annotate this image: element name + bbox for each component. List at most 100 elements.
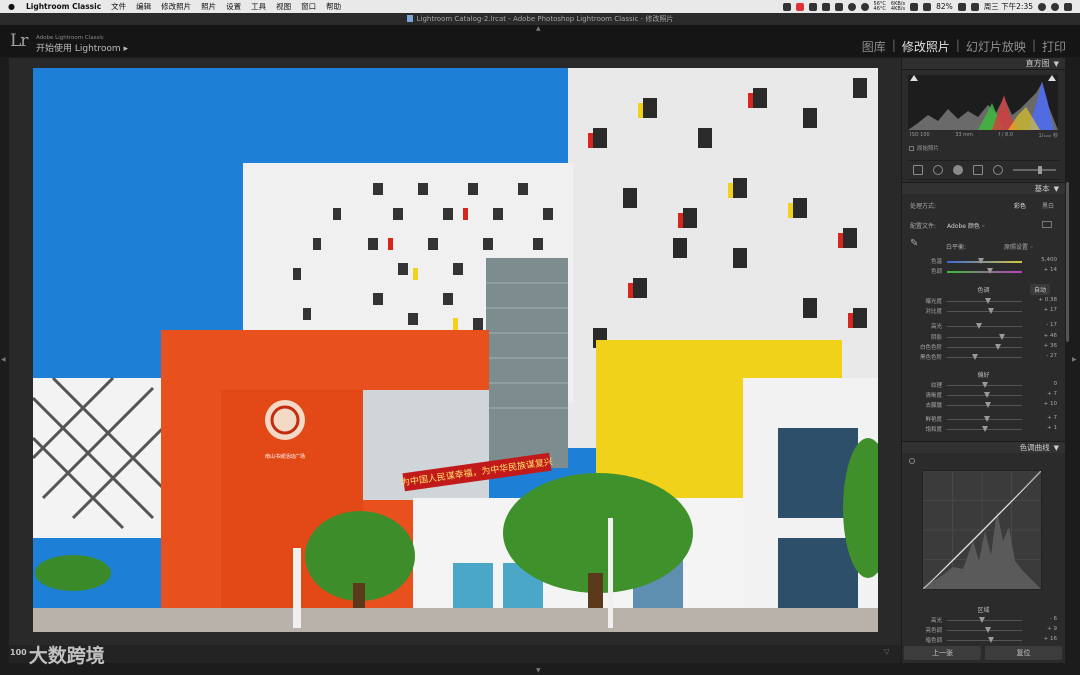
tone-curve-header[interactable]: 色调曲线 ▼ — [902, 441, 1065, 453]
slider-track[interactable] — [947, 402, 1022, 408]
slider-track[interactable] — [947, 392, 1022, 398]
menubar-clock[interactable]: 周三 下午2:35 — [984, 1, 1033, 12]
brush-slider[interactable] — [1013, 166, 1056, 174]
profile-browser-icon[interactable] — [1042, 221, 1052, 228]
auto-tone-button[interactable]: 自动 — [1030, 284, 1051, 295]
slider-thumb[interactable] — [987, 308, 994, 314]
status-icon-4[interactable] — [834, 2, 843, 11]
graduated-filter-icon[interactable] — [973, 165, 983, 175]
menu-photo[interactable]: 照片 — [201, 1, 216, 12]
get-started-link[interactable]: 开始使用 Lightroom ▸ — [36, 41, 128, 54]
slider-thumb[interactable] — [986, 268, 993, 274]
input-source-icon[interactable] — [970, 2, 979, 11]
module-library[interactable]: 图库 — [856, 38, 892, 55]
slider-track[interactable] — [947, 617, 1022, 623]
slider-thumb[interactable] — [971, 354, 978, 360]
wifi-icon[interactable] — [910, 2, 919, 11]
slider-thumb[interactable] — [975, 323, 982, 329]
develop-photo[interactable]: 南山书城活动广场 为中国人民谋幸福，为中华民族谋复兴 — [33, 68, 878, 632]
slider-track[interactable] — [947, 344, 1022, 350]
slider-thumb[interactable] — [985, 402, 992, 408]
checkbox-icon[interactable] — [909, 146, 914, 151]
slider-track[interactable] — [947, 426, 1022, 432]
slider-track[interactable] — [947, 298, 1022, 304]
status-icon-1[interactable] — [782, 2, 791, 11]
slider-value[interactable]: + 10 — [1044, 401, 1057, 407]
slider-value[interactable]: 5,400 — [1041, 257, 1057, 263]
slider-track[interactable] — [947, 382, 1022, 388]
slider-value[interactable]: - 17 — [1046, 322, 1057, 328]
bottom-panel-toggle-icon[interactable]: ▼ — [536, 667, 541, 674]
slider-track[interactable] — [947, 637, 1022, 643]
status-icon-2[interactable] — [808, 2, 817, 11]
slider-track[interactable] — [947, 416, 1022, 422]
slider-value[interactable]: + 17 — [1044, 307, 1057, 313]
module-print[interactable]: 打印 — [1036, 38, 1072, 55]
menu-develop[interactable]: 修改照片 — [161, 1, 191, 12]
siri-icon[interactable] — [1051, 2, 1059, 11]
profile-dropdown[interactable]: Adobe 颜色 ◦ — [947, 221, 985, 230]
slider-thumb[interactable] — [981, 382, 988, 388]
treatment-color-option[interactable]: 彩色 — [1014, 201, 1026, 210]
curve-target-adjust-icon[interactable] — [909, 458, 915, 464]
slider-value[interactable]: + 36 — [1044, 343, 1057, 349]
tone-curve-graph[interactable] — [922, 470, 1042, 590]
slider-track[interactable] — [947, 354, 1022, 360]
slider-value[interactable]: - 27 — [1046, 353, 1057, 359]
wb-dropdown[interactable]: 原照设置 ◦ — [1004, 242, 1033, 251]
slider-thumb[interactable] — [979, 617, 986, 623]
treatment-bw-option[interactable]: 黑白 — [1042, 201, 1054, 210]
original-photo-toggle[interactable]: 原始照片 — [909, 144, 939, 152]
status-icon-5[interactable] — [847, 2, 856, 11]
toolbar-toggle-icon[interactable]: ▽ — [884, 648, 894, 657]
notification-center-icon[interactable] — [1064, 2, 1072, 11]
left-panel-toggle-icon[interactable]: ◀ — [1, 356, 6, 363]
slider-value[interactable]: + 0.38 — [1038, 297, 1057, 303]
volume-icon[interactable] — [923, 2, 932, 11]
apple-icon[interactable]: ● — [8, 2, 18, 11]
status-icon-3[interactable] — [821, 2, 830, 11]
slider-value[interactable]: + 7 — [1047, 391, 1057, 397]
menu-tools[interactable]: 工具 — [251, 1, 266, 12]
slider-thumb[interactable] — [983, 392, 990, 398]
slider-thumb[interactable] — [998, 334, 1005, 340]
histogram-header[interactable]: 直方图 ▼ — [902, 58, 1065, 70]
module-slideshow[interactable]: 幻灯片放映 — [960, 38, 1032, 55]
histogram-graph[interactable] — [908, 75, 1058, 130]
menu-view[interactable]: 视图 — [276, 1, 291, 12]
slider-thumb[interactable] — [982, 426, 989, 432]
menu-settings[interactable]: 设置 — [226, 1, 241, 12]
menu-window[interactable]: 窗口 — [301, 1, 316, 12]
top-panel-toggle-icon[interactable]: ▲ — [536, 25, 541, 32]
spotlight-icon[interactable] — [1038, 2, 1046, 11]
slider-thumb[interactable] — [995, 344, 1001, 350]
crop-tool-icon[interactable] — [913, 165, 923, 175]
slider-value[interactable]: + 14 — [1044, 267, 1057, 273]
right-panel-toggle-icon[interactable]: ▶ — [1072, 356, 1077, 363]
slider-track[interactable] — [947, 268, 1022, 274]
previous-settings-button[interactable]: 上一张 — [904, 646, 981, 660]
battery-icon[interactable] — [957, 2, 966, 11]
module-develop[interactable]: 修改照片 — [896, 38, 956, 55]
reset-button[interactable]: 复位 — [985, 646, 1062, 660]
spot-removal-icon[interactable] — [933, 165, 943, 175]
slider-thumb[interactable] — [987, 637, 994, 643]
slider-value[interactable]: + 9 — [1047, 626, 1057, 632]
slider-value[interactable]: + 1 — [1047, 425, 1057, 431]
menu-help[interactable]: 帮助 — [326, 1, 341, 12]
slider-value[interactable]: 0 — [1054, 381, 1058, 387]
status-icon-6[interactable] — [860, 2, 869, 11]
red-eye-icon[interactable] — [953, 165, 963, 175]
slider-value[interactable]: + 46 — [1044, 333, 1057, 339]
slider-thumb[interactable] — [984, 298, 991, 304]
slider-value[interactable]: - 6 — [1050, 616, 1057, 622]
radial-filter-icon[interactable] — [993, 165, 1003, 175]
slider-track[interactable] — [947, 323, 1022, 329]
slider-value[interactable]: + 16 — [1044, 636, 1057, 642]
menu-file[interactable]: 文件 — [111, 1, 126, 12]
slider-thumb[interactable] — [983, 416, 990, 422]
slider-track[interactable] — [947, 258, 1022, 264]
slider-track[interactable] — [947, 308, 1022, 314]
menu-edit[interactable]: 编辑 — [136, 1, 151, 12]
menu-app-name[interactable]: Lightroom Classic — [26, 2, 101, 11]
